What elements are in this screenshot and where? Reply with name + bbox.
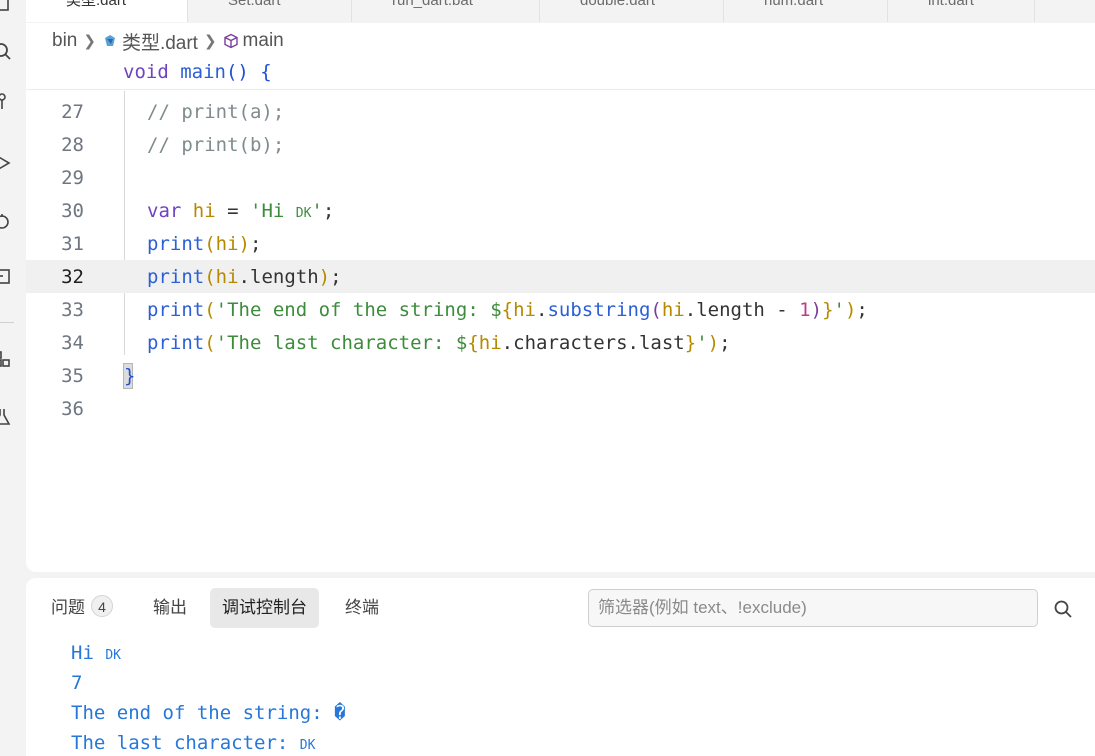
line-number: 28 xyxy=(61,134,84,156)
problems-count-badge: 4 xyxy=(91,595,113,617)
sticky-keyword: void xyxy=(123,61,169,83)
extensions-icon[interactable] xyxy=(0,348,13,370)
source-control-icon[interactable] xyxy=(0,91,13,113)
search-icon[interactable] xyxy=(1052,598,1074,620)
console-line: The last character: dk xyxy=(71,732,316,754)
run-debug-icon[interactable] xyxy=(0,152,13,174)
extensions-bug-icon[interactable] xyxy=(0,211,13,233)
code-text: var hi = 'Hi dk'; xyxy=(147,200,335,222)
tab-debug-console[interactable]: 调试控制台 xyxy=(210,588,319,628)
editor: 类型.dart Set.dart run_dart.bat double.dar… xyxy=(26,0,1095,572)
tab-3[interactable]: double.dart xyxy=(540,0,724,22)
breadcrumb-symbol[interactable]: main xyxy=(243,30,284,52)
line-number: 35 xyxy=(61,365,84,387)
sticky-function: main xyxy=(180,61,226,83)
code-text: // print(a); xyxy=(147,101,285,123)
code-line-34[interactable]: 34 print('The last character: ${hi.chara… xyxy=(26,326,1095,359)
code-line-30[interactable]: 30 var hi = 'Hi dk'; xyxy=(26,194,1095,227)
line-number: 34 xyxy=(61,332,84,354)
bottom-panel: 问题4 输出 调试控制台 终端 Hi dk 7 The end of the s… xyxy=(26,578,1095,756)
files-icon[interactable] xyxy=(0,0,13,14)
tab-0[interactable]: 类型.dart xyxy=(26,0,188,22)
console-line: The end of the string: � xyxy=(71,702,346,724)
code-text: // print(b); xyxy=(147,134,285,156)
line-number: 32 xyxy=(61,266,84,288)
line-number: 30 xyxy=(61,200,84,222)
tab-2[interactable]: run_dart.bat xyxy=(352,0,540,22)
code-line-35[interactable]: 35 } xyxy=(26,359,1095,392)
code-text: print('The end of the string: ${hi.subst… xyxy=(147,299,868,321)
dart-file-icon xyxy=(102,33,118,49)
breadcrumb: bin ❯ 类型.dart ❯ main xyxy=(52,28,284,55)
chevron-right-icon: ❯ xyxy=(83,33,96,50)
code-line-29[interactable]: 29 xyxy=(26,161,1095,194)
line-number: 36 xyxy=(61,398,84,420)
tab-terminal[interactable]: 终端 xyxy=(333,588,391,628)
tab-1[interactable]: Set.dart xyxy=(188,0,352,22)
code-line-27[interactable]: 27 // print(a); xyxy=(26,95,1095,128)
console-line: Hi dk xyxy=(71,642,121,664)
activity-divider xyxy=(0,322,14,323)
tab-problems[interactable]: 问题 4 xyxy=(39,588,125,628)
code-text: } xyxy=(124,365,136,387)
sticky-scroll-header[interactable]: void main() { xyxy=(26,57,1095,90)
line-number: 31 xyxy=(61,233,84,255)
breadcrumb-file[interactable]: 类型.dart xyxy=(122,28,198,55)
code-line-32[interactable]: 32 print(hi.length); xyxy=(26,260,1095,293)
console-line: 7 xyxy=(71,672,83,694)
line-number: 29 xyxy=(61,167,84,189)
line-number: 27 xyxy=(61,101,84,123)
code-text: print(hi); xyxy=(147,233,262,255)
method-cube-icon xyxy=(223,33,239,49)
code-line-33[interactable]: 33 print('The end of the string: ${hi.su… xyxy=(26,293,1095,326)
code-text: print('The last character: ${hi.characte… xyxy=(147,332,731,354)
filter-input[interactable] xyxy=(588,589,1038,627)
sticky-rest: () { xyxy=(225,61,272,83)
activity-bar xyxy=(0,0,26,756)
line-number: 33 xyxy=(61,299,84,321)
tab-output[interactable]: 输出 xyxy=(141,588,199,628)
chevron-right-icon: ❯ xyxy=(203,33,217,50)
testing-flask-icon[interactable] xyxy=(0,406,13,428)
search-icon[interactable] xyxy=(0,40,13,62)
code-text: print(hi.length); xyxy=(147,266,342,288)
tab-5[interactable]: int.dart xyxy=(888,0,1035,22)
code-line-28[interactable]: 28 // print(b); xyxy=(26,128,1095,161)
remote-explorer-icon[interactable] xyxy=(0,266,13,288)
editor-tabs: 类型.dart Set.dart run_dart.bat double.dar… xyxy=(26,0,1095,23)
code-line-36[interactable]: 36 xyxy=(26,392,1095,425)
tab-4[interactable]: num.dart xyxy=(724,0,888,22)
breadcrumb-folder[interactable]: bin xyxy=(52,30,77,52)
code-line-31[interactable]: 31 print(hi); xyxy=(26,227,1095,260)
